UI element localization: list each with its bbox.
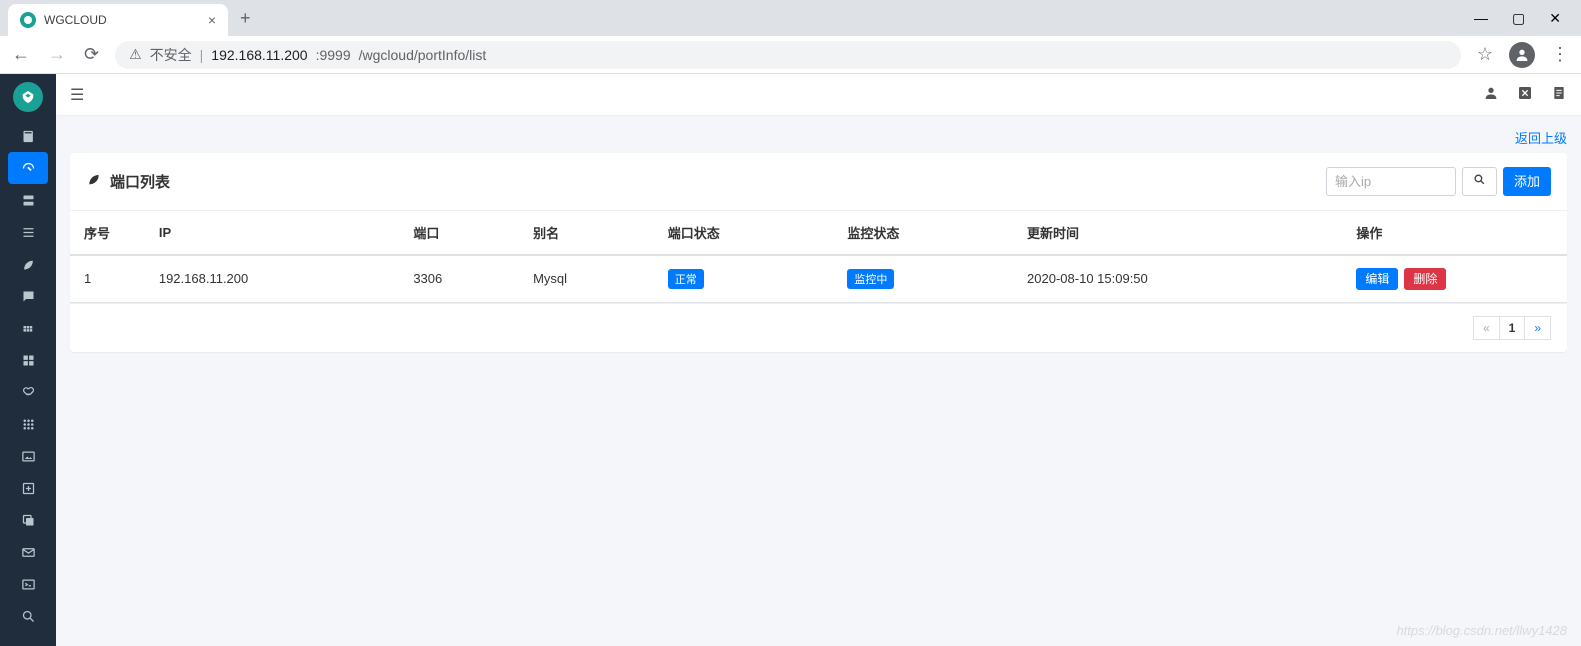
url-host: 192.168.11.200 bbox=[211, 47, 307, 63]
th-monitor-status: 监控状态 bbox=[833, 211, 1013, 255]
th-port: 端口 bbox=[399, 211, 519, 255]
topbar: ☰ bbox=[56, 74, 1581, 116]
browser-tab-bar: WGCLOUD × + — ▢ ✕ bbox=[0, 0, 1581, 36]
edit-button[interactable]: 编辑 bbox=[1356, 268, 1398, 290]
logo-icon[interactable] bbox=[13, 82, 43, 112]
cell-ip: 192.168.11.200 bbox=[145, 255, 399, 303]
table-header-row: 序号 IP 端口 别名 端口状态 监控状态 更新时间 操作 bbox=[70, 211, 1567, 255]
sidebar-item-dashboard[interactable] bbox=[8, 152, 48, 184]
card-footer: « 1 » bbox=[70, 303, 1567, 352]
sidebar-item-process[interactable] bbox=[8, 216, 48, 248]
page-next[interactable]: » bbox=[1524, 316, 1551, 340]
insecure-icon: ⚠ bbox=[129, 46, 142, 63]
add-button[interactable]: 添加 bbox=[1503, 167, 1551, 196]
browser-tab[interactable]: WGCLOUD × bbox=[8, 4, 228, 36]
app: ☰ 返回上级 端口列表 bbox=[0, 74, 1581, 646]
cell-port: 3306 bbox=[399, 255, 519, 303]
table-row: 1 192.168.11.200 3306 Mysql 正常 监控中 2020-… bbox=[70, 255, 1567, 303]
th-actions: 操作 bbox=[1342, 211, 1567, 255]
card-title: 端口列表 bbox=[86, 171, 170, 192]
sidebar-item-docker[interactable] bbox=[8, 312, 48, 344]
back-link-row: 返回上级 bbox=[70, 128, 1567, 147]
card-header: 端口列表 添加 bbox=[70, 153, 1567, 211]
minimize-icon[interactable]: — bbox=[1474, 10, 1488, 27]
sidebar-item-leaf[interactable] bbox=[8, 248, 48, 280]
card-tools: 添加 bbox=[1326, 167, 1551, 196]
th-ip: IP bbox=[145, 211, 399, 255]
sidebar-item-apps[interactable] bbox=[8, 408, 48, 440]
main: ☰ 返回上级 端口列表 bbox=[56, 74, 1581, 646]
search-input[interactable] bbox=[1326, 167, 1456, 196]
sidebar-item-chat[interactable] bbox=[8, 280, 48, 312]
forward-icon[interactable]: → bbox=[48, 44, 66, 65]
back-link[interactable]: 返回上级 bbox=[1515, 131, 1567, 146]
sidebar-item-image[interactable] bbox=[8, 440, 48, 472]
reload-icon[interactable]: ⟳ bbox=[84, 44, 99, 65]
url-path: /wgcloud/portInfo/list bbox=[359, 47, 487, 63]
data-table: 序号 IP 端口 别名 端口状态 监控状态 更新时间 操作 1 bbox=[70, 211, 1567, 303]
new-tab-button[interactable]: + bbox=[228, 8, 263, 29]
page-current[interactable]: 1 bbox=[1499, 316, 1526, 340]
th-seq: 序号 bbox=[70, 211, 145, 255]
hamburger-icon[interactable]: ☰ bbox=[70, 85, 84, 105]
sidebar-item-terminal[interactable] bbox=[8, 568, 48, 600]
th-updated: 更新时间 bbox=[1013, 211, 1342, 255]
monitor-status-badge: 监控中 bbox=[847, 269, 894, 289]
menu-dots-icon[interactable]: ⋮ bbox=[1551, 44, 1569, 65]
sidebar-item-add[interactable] bbox=[8, 472, 48, 504]
sidebar-item-book[interactable] bbox=[8, 120, 48, 152]
page-prev[interactable]: « bbox=[1473, 316, 1500, 340]
maximize-icon[interactable]: ▢ bbox=[1512, 10, 1525, 27]
url-box[interactable]: ⚠ 不安全 | 192.168.11.200:9999/wgcloud/port… bbox=[115, 41, 1461, 69]
bookmark-icon[interactable]: ☆ bbox=[1477, 44, 1493, 65]
cell-actions: 编辑 删除 bbox=[1342, 255, 1567, 303]
close-square-icon[interactable] bbox=[1517, 85, 1533, 104]
window-controls: — ▢ ✕ bbox=[1474, 10, 1581, 27]
search-button[interactable] bbox=[1462, 167, 1497, 196]
pagination: « 1 » bbox=[1474, 316, 1551, 340]
port-status-badge: 正常 bbox=[668, 269, 704, 289]
addr-right: ☆ ⋮ bbox=[1477, 42, 1569, 68]
cell-updated: 2020-08-10 15:09:50 bbox=[1013, 255, 1342, 303]
close-window-icon[interactable]: ✕ bbox=[1549, 10, 1561, 27]
leaf-icon bbox=[86, 171, 102, 191]
url-port: :9999 bbox=[316, 47, 351, 63]
doc-icon[interactable] bbox=[1551, 85, 1567, 104]
sidebar-item-search[interactable] bbox=[8, 600, 48, 632]
sidebar-item-server[interactable] bbox=[8, 184, 48, 216]
insecure-label: 不安全 bbox=[150, 45, 192, 65]
th-alias: 别名 bbox=[519, 211, 654, 255]
content: 返回上级 端口列表 添加 bbox=[56, 116, 1581, 364]
tab-title: WGCLOUD bbox=[44, 13, 200, 27]
user-icon[interactable] bbox=[1483, 85, 1499, 104]
nav-icons: ← → ⟳ bbox=[12, 44, 99, 65]
address-bar: ← → ⟳ ⚠ 不安全 | 192.168.11.200:9999/wgclou… bbox=[0, 36, 1581, 74]
tab-close-icon[interactable]: × bbox=[208, 12, 216, 28]
cell-port-status: 正常 bbox=[654, 255, 834, 303]
cell-alias: Mysql bbox=[519, 255, 654, 303]
favicon-icon bbox=[20, 12, 36, 28]
sidebar bbox=[0, 74, 56, 646]
th-port-status: 端口状态 bbox=[654, 211, 834, 255]
cell-seq: 1 bbox=[70, 255, 145, 303]
delete-button[interactable]: 删除 bbox=[1404, 268, 1446, 290]
sidebar-item-link[interactable] bbox=[8, 376, 48, 408]
profile-icon[interactable] bbox=[1509, 42, 1535, 68]
browser-chrome: WGCLOUD × + — ▢ ✕ ← → ⟳ ⚠ 不安全 | 192.168.… bbox=[0, 0, 1581, 74]
sidebar-item-copy[interactable] bbox=[8, 504, 48, 536]
sidebar-item-mail[interactable] bbox=[8, 536, 48, 568]
cell-monitor-status: 监控中 bbox=[833, 255, 1013, 303]
back-icon[interactable]: ← bbox=[12, 44, 30, 65]
card: 端口列表 添加 序号 IP 端口 别名 bbox=[70, 153, 1567, 352]
page-title: 端口列表 bbox=[110, 171, 170, 192]
sidebar-item-grid[interactable] bbox=[8, 344, 48, 376]
